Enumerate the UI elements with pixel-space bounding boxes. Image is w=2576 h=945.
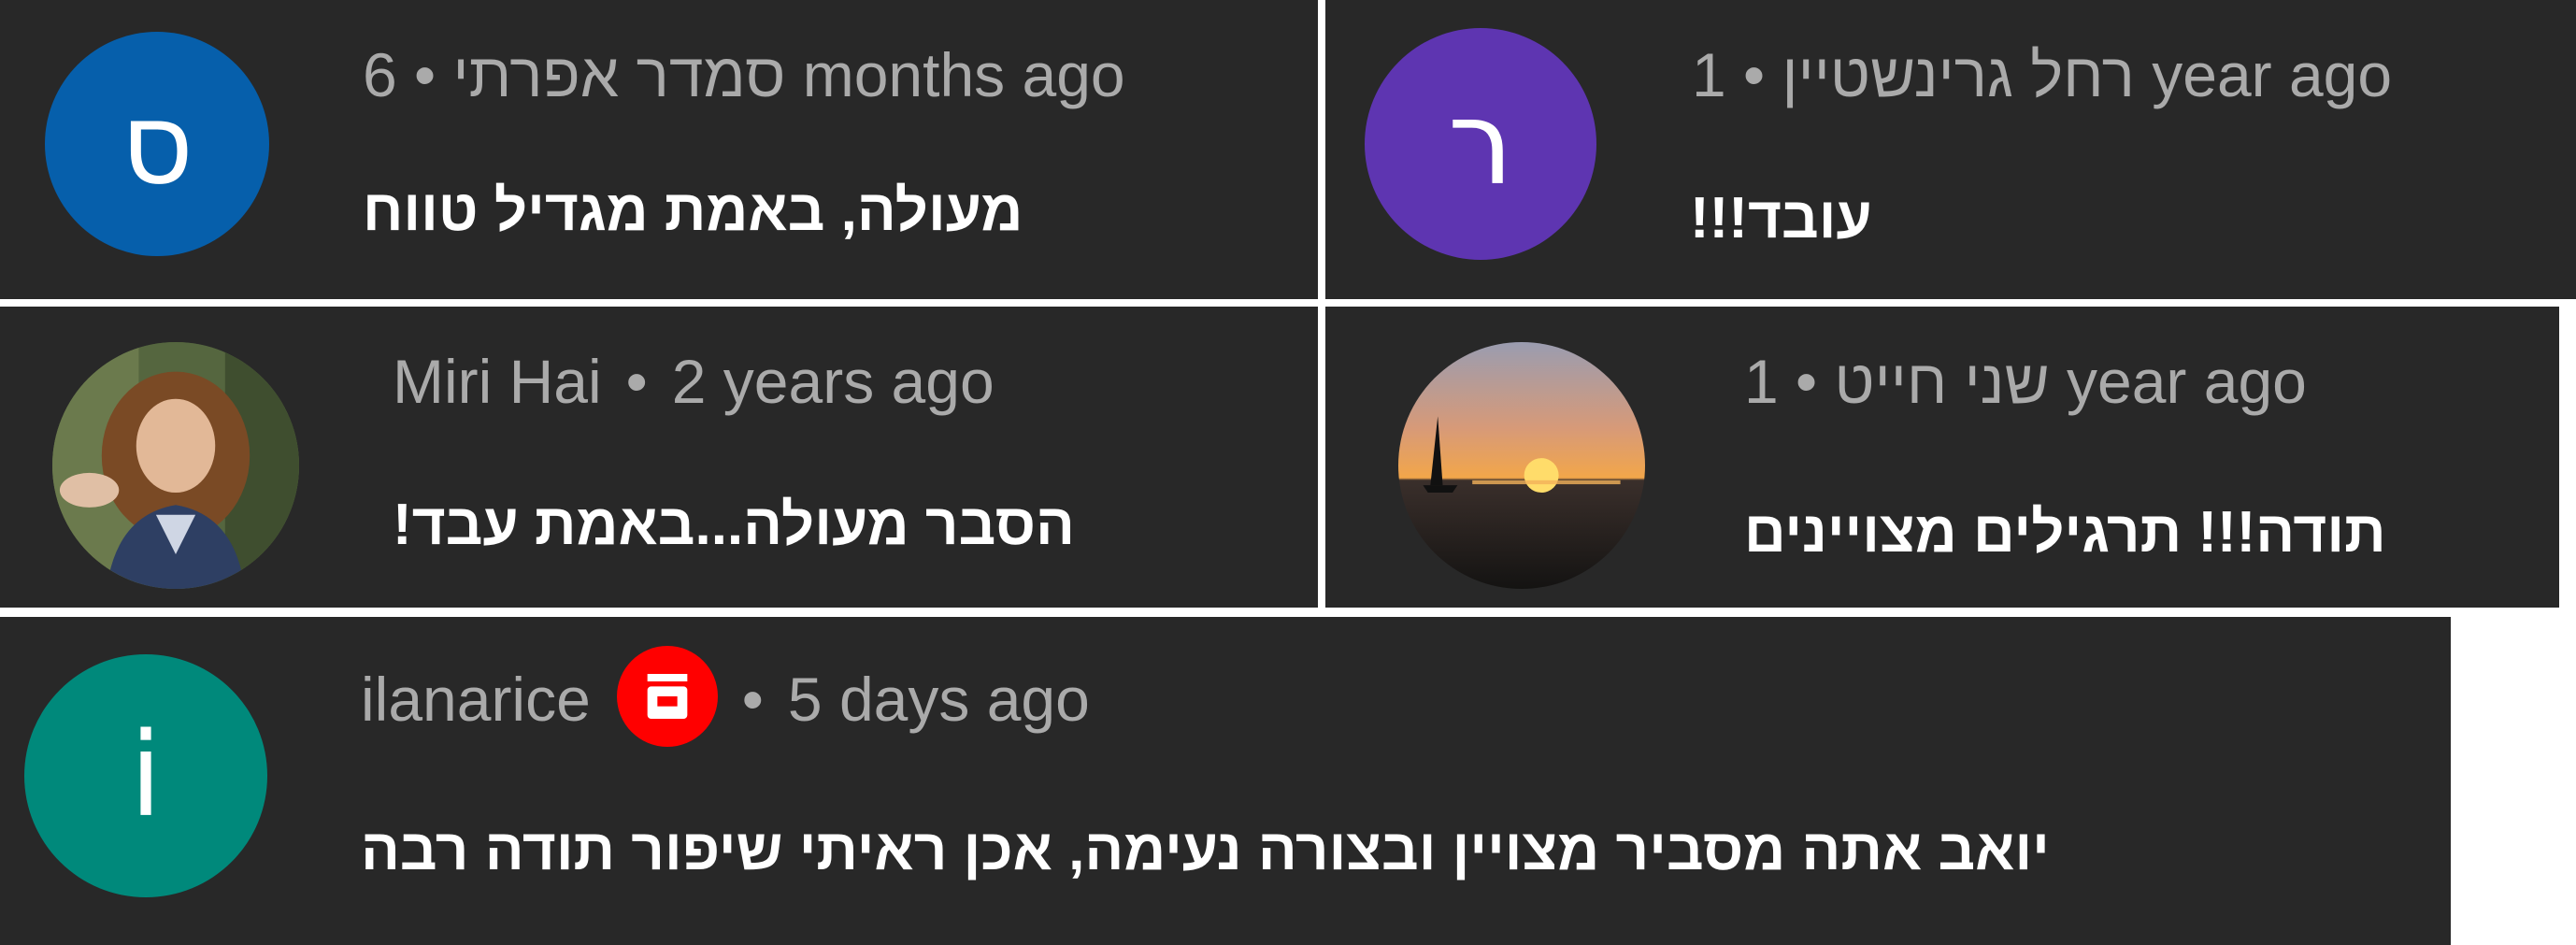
comment-author-and-time[interactable]: 1 • שני חייט year ago: [1744, 347, 2307, 416]
comment-card: ס 6 • סמדר אפרתי months ago מעולה, באמת …: [0, 0, 1318, 299]
profile-photo-icon: [52, 342, 299, 589]
comment-author[interactable]: ilanarice: [361, 665, 591, 734]
comment-time[interactable]: 2 years ago: [672, 347, 995, 416]
red-badge-icon: [616, 645, 718, 747]
avatar[interactable]: i: [24, 654, 267, 897]
comment-meta: 1 • רחל גרינשטיין year ago: [1692, 37, 2392, 112]
comment-meta: 1 • שני חייט year ago: [1744, 344, 2307, 419]
avatar[interactable]: [1398, 342, 1645, 589]
comment-card: ר 1 • רחל גרינשטיין year ago עובד!!!: [1325, 0, 2576, 299]
avatar-letter: ר: [1448, 77, 1513, 211]
comment-text: יואב אתה מסביר מצויין ובצורה נעימה, אכן …: [361, 818, 2050, 882]
avatar[interactable]: ס: [45, 32, 269, 256]
comment-text: תודה!!! תרגילים מצויינים: [1744, 500, 2386, 565]
comment-author-and-time[interactable]: 1 • רחל גרינשטיין year ago: [1692, 40, 2392, 109]
comment-text: הסבר מעולה...באמת עבד!: [393, 493, 1075, 557]
meta-separator: •: [625, 347, 648, 416]
comment-card: 1 • שני חייט year ago תודה!!! תרגילים מצ…: [1325, 307, 2559, 608]
comment-meta: 6 • סמדר אפרתי months ago: [363, 37, 1125, 112]
avatar-letter: i: [129, 709, 163, 843]
comment-text: עובד!!!: [1690, 186, 1872, 251]
comment-meta: Miri Hai • 2 years ago: [393, 344, 995, 419]
comment-time[interactable]: 5 days ago: [788, 665, 1090, 734]
comment-author-and-time[interactable]: 6 • סמדר אפרתי months ago: [363, 40, 1125, 109]
meta-separator: •: [741, 665, 764, 734]
comment-meta: ilanarice • 5 days ago: [361, 645, 1090, 747]
avatar[interactable]: ר: [1365, 28, 1596, 260]
avatar[interactable]: [52, 342, 299, 589]
comment-text: מעולה, באמת מגדיל טווח: [363, 179, 1023, 243]
sunset-sailboat-photo-icon: [1398, 342, 1645, 589]
avatar-letter: ס: [121, 79, 193, 209]
comment-card: Miri Hai • 2 years ago הסבר מעולה...באמת ע…: [0, 307, 1318, 608]
comment-card: i ilanarice • 5 days ago יואב אתה מסביר מצ…: [0, 617, 2451, 945]
comment-author[interactable]: Miri Hai: [393, 347, 602, 416]
